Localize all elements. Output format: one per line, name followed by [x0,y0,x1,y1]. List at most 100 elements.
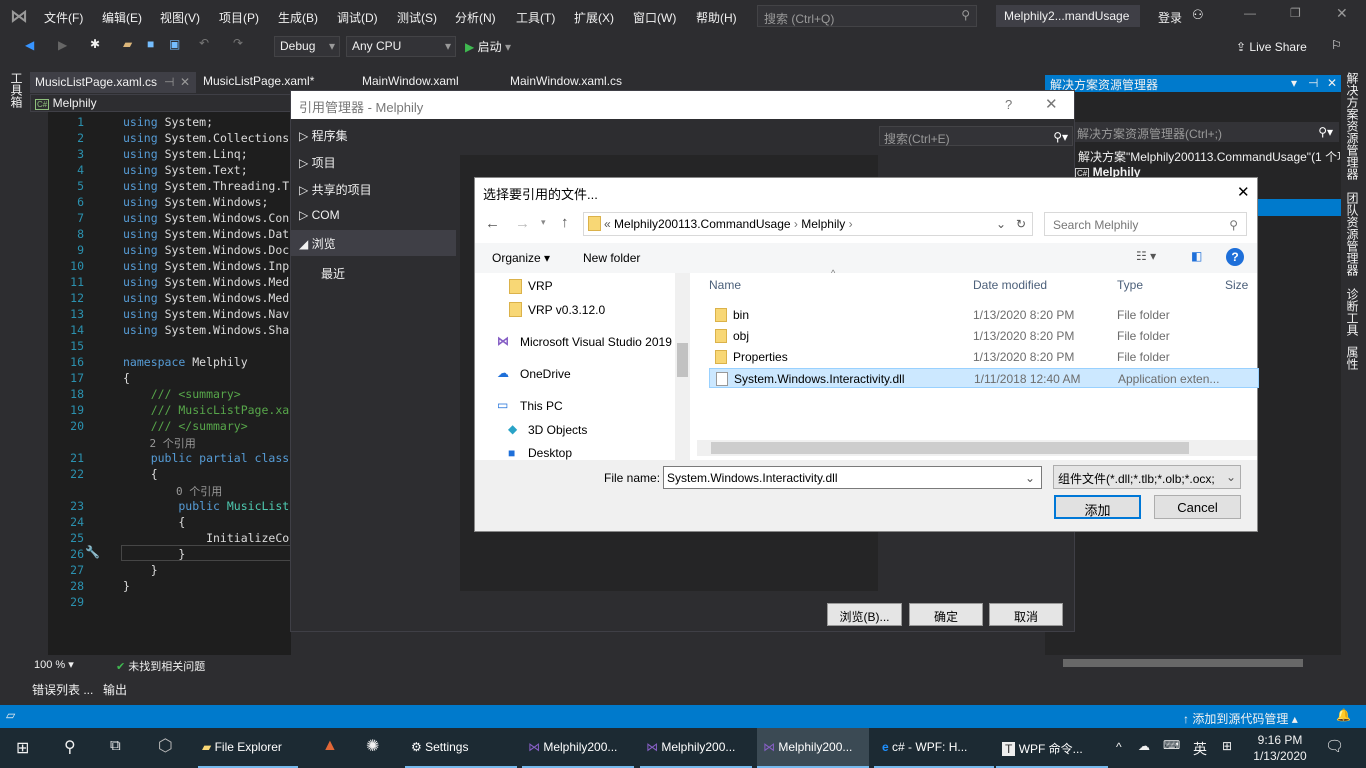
web-app-icon[interactable]: ✺ [366,736,379,756]
column-header-type[interactable]: Type [1117,278,1143,292]
nav-this-pc[interactable]: This PC [520,399,563,413]
nav-recent[interactable]: 最近 [291,260,456,286]
taskbar-vs-3[interactable]: ⋈ Melphily200... [757,728,869,768]
menu-build[interactable]: 生成(B) [278,9,318,26]
pin-icon[interactable]: ⊣ [164,75,174,89]
breadcrumb-segment[interactable]: Melphily200113.CommandUsage [614,217,791,231]
help-button[interactable]: ? [1005,97,1012,112]
right-tab-solution-explorer[interactable]: 解决方案资源管理器 [1344,72,1361,180]
quick-search-input[interactable]: 搜索 (Ctrl+Q) ⚲ [757,5,977,27]
login-link[interactable]: 登录 [1158,9,1182,26]
source-control-button[interactable]: ↑ 添加到源代码管理 ▴ [1183,710,1298,727]
menu-debug[interactable]: 调试(D) [337,9,378,26]
hscrollbar[interactable] [1063,659,1303,667]
ref-search-input[interactable]: 搜索(Ctrl+E) ⚲▾ [879,126,1073,146]
up-arrow-icon[interactable]: ↑ [561,214,569,231]
refresh-icon[interactable]: ↻ [1016,217,1026,231]
minimize-button[interactable]: — [1244,6,1256,20]
forward-arrow-icon[interactable]: → [515,215,530,232]
onedrive-tray-icon[interactable]: ☁ [1138,739,1150,753]
selected-node[interactable] [1258,199,1341,216]
view-options-icon[interactable]: ☷ ▾ [1136,249,1156,263]
nav-visual-studio[interactable]: Microsoft Visual Studio 2019 [520,335,672,349]
breadcrumb-segment[interactable]: Melphily [801,217,845,231]
close-tab-icon[interactable]: ✕ [180,75,190,89]
nav-vrp[interactable]: VRP [528,279,553,293]
address-bar[interactable]: « Melphily200113.CommandUsage › Melphily… [583,212,1033,236]
column-header-size[interactable]: Size [1225,278,1257,292]
quick-action-screwdriver-icon[interactable]: 🔧 [85,545,100,559]
menu-edit[interactable]: 编辑(E) [102,9,142,26]
browse-button[interactable]: 浏览(B)... [827,603,902,626]
menu-extensions[interactable]: 扩展(X) [574,9,614,26]
tab-musiclistpage-xaml[interactable]: MusicListPage.xaml* [203,74,314,88]
taskbar-typora[interactable]: T WPF 命令... [996,728,1108,768]
bottom-tab-output[interactable]: 输出 [103,681,127,698]
column-header-date[interactable]: Date modified [973,278,1047,292]
redo-icon[interactable]: ↷ [233,36,243,50]
live-share-button[interactable]: ⇪ Live Share [1236,40,1307,54]
platform-select[interactable]: Any CPU ▾ [346,36,456,57]
clock-date[interactable]: 1/13/2020 [1250,749,1310,763]
menu-file[interactable]: 文件(F) [44,9,83,26]
toolbox-tab[interactable]: 工具箱 [8,72,25,108]
recent-locations-icon[interactable]: ▾ [541,217,546,228]
unity-icon[interactable]: ⬡ [158,736,173,756]
tab-musiclistpage-cs[interactable]: MusicListPage.xaml.cs ⊣ ✕ [30,72,196,93]
help-icon[interactable]: ? [1226,248,1244,266]
tab-mainwindow-xaml[interactable]: MainWindow.xaml [362,74,459,88]
menu-analyze[interactable]: 分析(N) [455,9,496,26]
file-row[interactable]: obj 1/13/2020 8:20 PM File folder [709,326,1259,346]
column-header-name[interactable]: Name [709,278,741,292]
nav-vrp-version[interactable]: VRP v0.3.12.0 [528,303,605,317]
taskbar-edge[interactable]: e c# - WPF: H... [874,728,994,768]
file-list-hscrollbar[interactable] [697,440,1257,456]
back-arrow-icon[interactable]: ← [485,215,500,232]
nav-assemblies[interactable]: ▷ 程序集 [291,122,456,148]
close-window-button[interactable]: ✕ [1336,5,1348,22]
nav-desktop[interactable]: Desktop [528,446,572,460]
start-button[interactable]: ▶ 启动 ▾ [465,38,511,55]
notification-bell-icon[interactable]: 🔔 [1336,708,1351,722]
configuration-select[interactable]: Debug ▾ [274,36,340,57]
search-icon[interactable]: ⚲ [64,737,76,757]
nav-shared-projects[interactable]: ▷ 共享的项目 [291,176,456,202]
file-type-filter-select[interactable]: 组件文件(*.dll;*.tlb;*.olb;*.ocx; ⌄ [1053,465,1241,489]
new-project-icon[interactable]: ✱ [90,37,100,51]
back-icon[interactable]: ◀ [25,38,34,52]
save-all-icon[interactable]: ▣ [169,37,180,51]
action-center-icon[interactable]: 🗨 [1325,737,1344,755]
menu-test[interactable]: 测试(S) [397,9,437,26]
file-row[interactable]: bin 1/13/2020 8:20 PM File folder [709,305,1259,325]
menu-view[interactable]: 视图(V) [160,9,200,26]
nav-onedrive[interactable]: OneDrive [520,367,571,381]
right-tab-diagnostics[interactable]: 诊断工具 [1344,288,1361,336]
organize-button[interactable]: Organize ▾ [492,251,550,265]
undo-icon[interactable]: ↶ [199,36,209,50]
issues-status[interactable]: ✔ 未找到相关问题 [116,658,205,674]
matlab-icon[interactable]: ▲ [322,737,338,755]
file-row[interactable]: System.Windows.Interactivity.dll 1/11/201… [709,368,1259,388]
nav-com[interactable]: ▷ COM [291,203,456,229]
right-tab-team-explorer[interactable]: 团队资源管理器 [1344,192,1361,276]
right-tab-properties[interactable]: 属性 [1344,346,1361,370]
add-button[interactable]: 添加 [1054,495,1141,519]
file-name-input[interactable]: System.Windows.Interactivity.dll ⌄ [663,466,1042,489]
cancel-button[interactable]: 取消 [989,603,1063,626]
nav-browse[interactable]: ◢ 浏览 [291,230,456,256]
menu-window[interactable]: 窗口(W) [633,9,676,26]
show-hidden-icons[interactable]: ^ [1116,740,1122,754]
close-dialog-button[interactable]: ✕ [1237,183,1250,201]
solution-node[interactable]: 解决方案"Melphily200113.CommandUsage"(1 个项 [1078,148,1340,165]
taskbar-vs-2[interactable]: ⋈ Melphily200... [640,728,752,768]
file-cancel-button[interactable]: Cancel [1154,495,1241,519]
start-icon[interactable]: ⊞ [16,738,29,758]
ime-language-indicator[interactable]: 英 [1193,739,1207,759]
dropdown-icon[interactable]: ▾ [1291,76,1297,90]
menu-project[interactable]: 项目(P) [219,9,259,26]
ime-mode-icon[interactable]: ⊞ [1222,739,1232,753]
nav-3d-objects[interactable]: 3D Objects [528,423,587,437]
zoom-select[interactable]: 100 % ▾ [34,658,74,671]
solution-search-input[interactable]: 解决方案资源管理器(Ctrl+;) ⚲▾ [1073,122,1339,142]
save-icon[interactable]: ■ [147,37,154,51]
